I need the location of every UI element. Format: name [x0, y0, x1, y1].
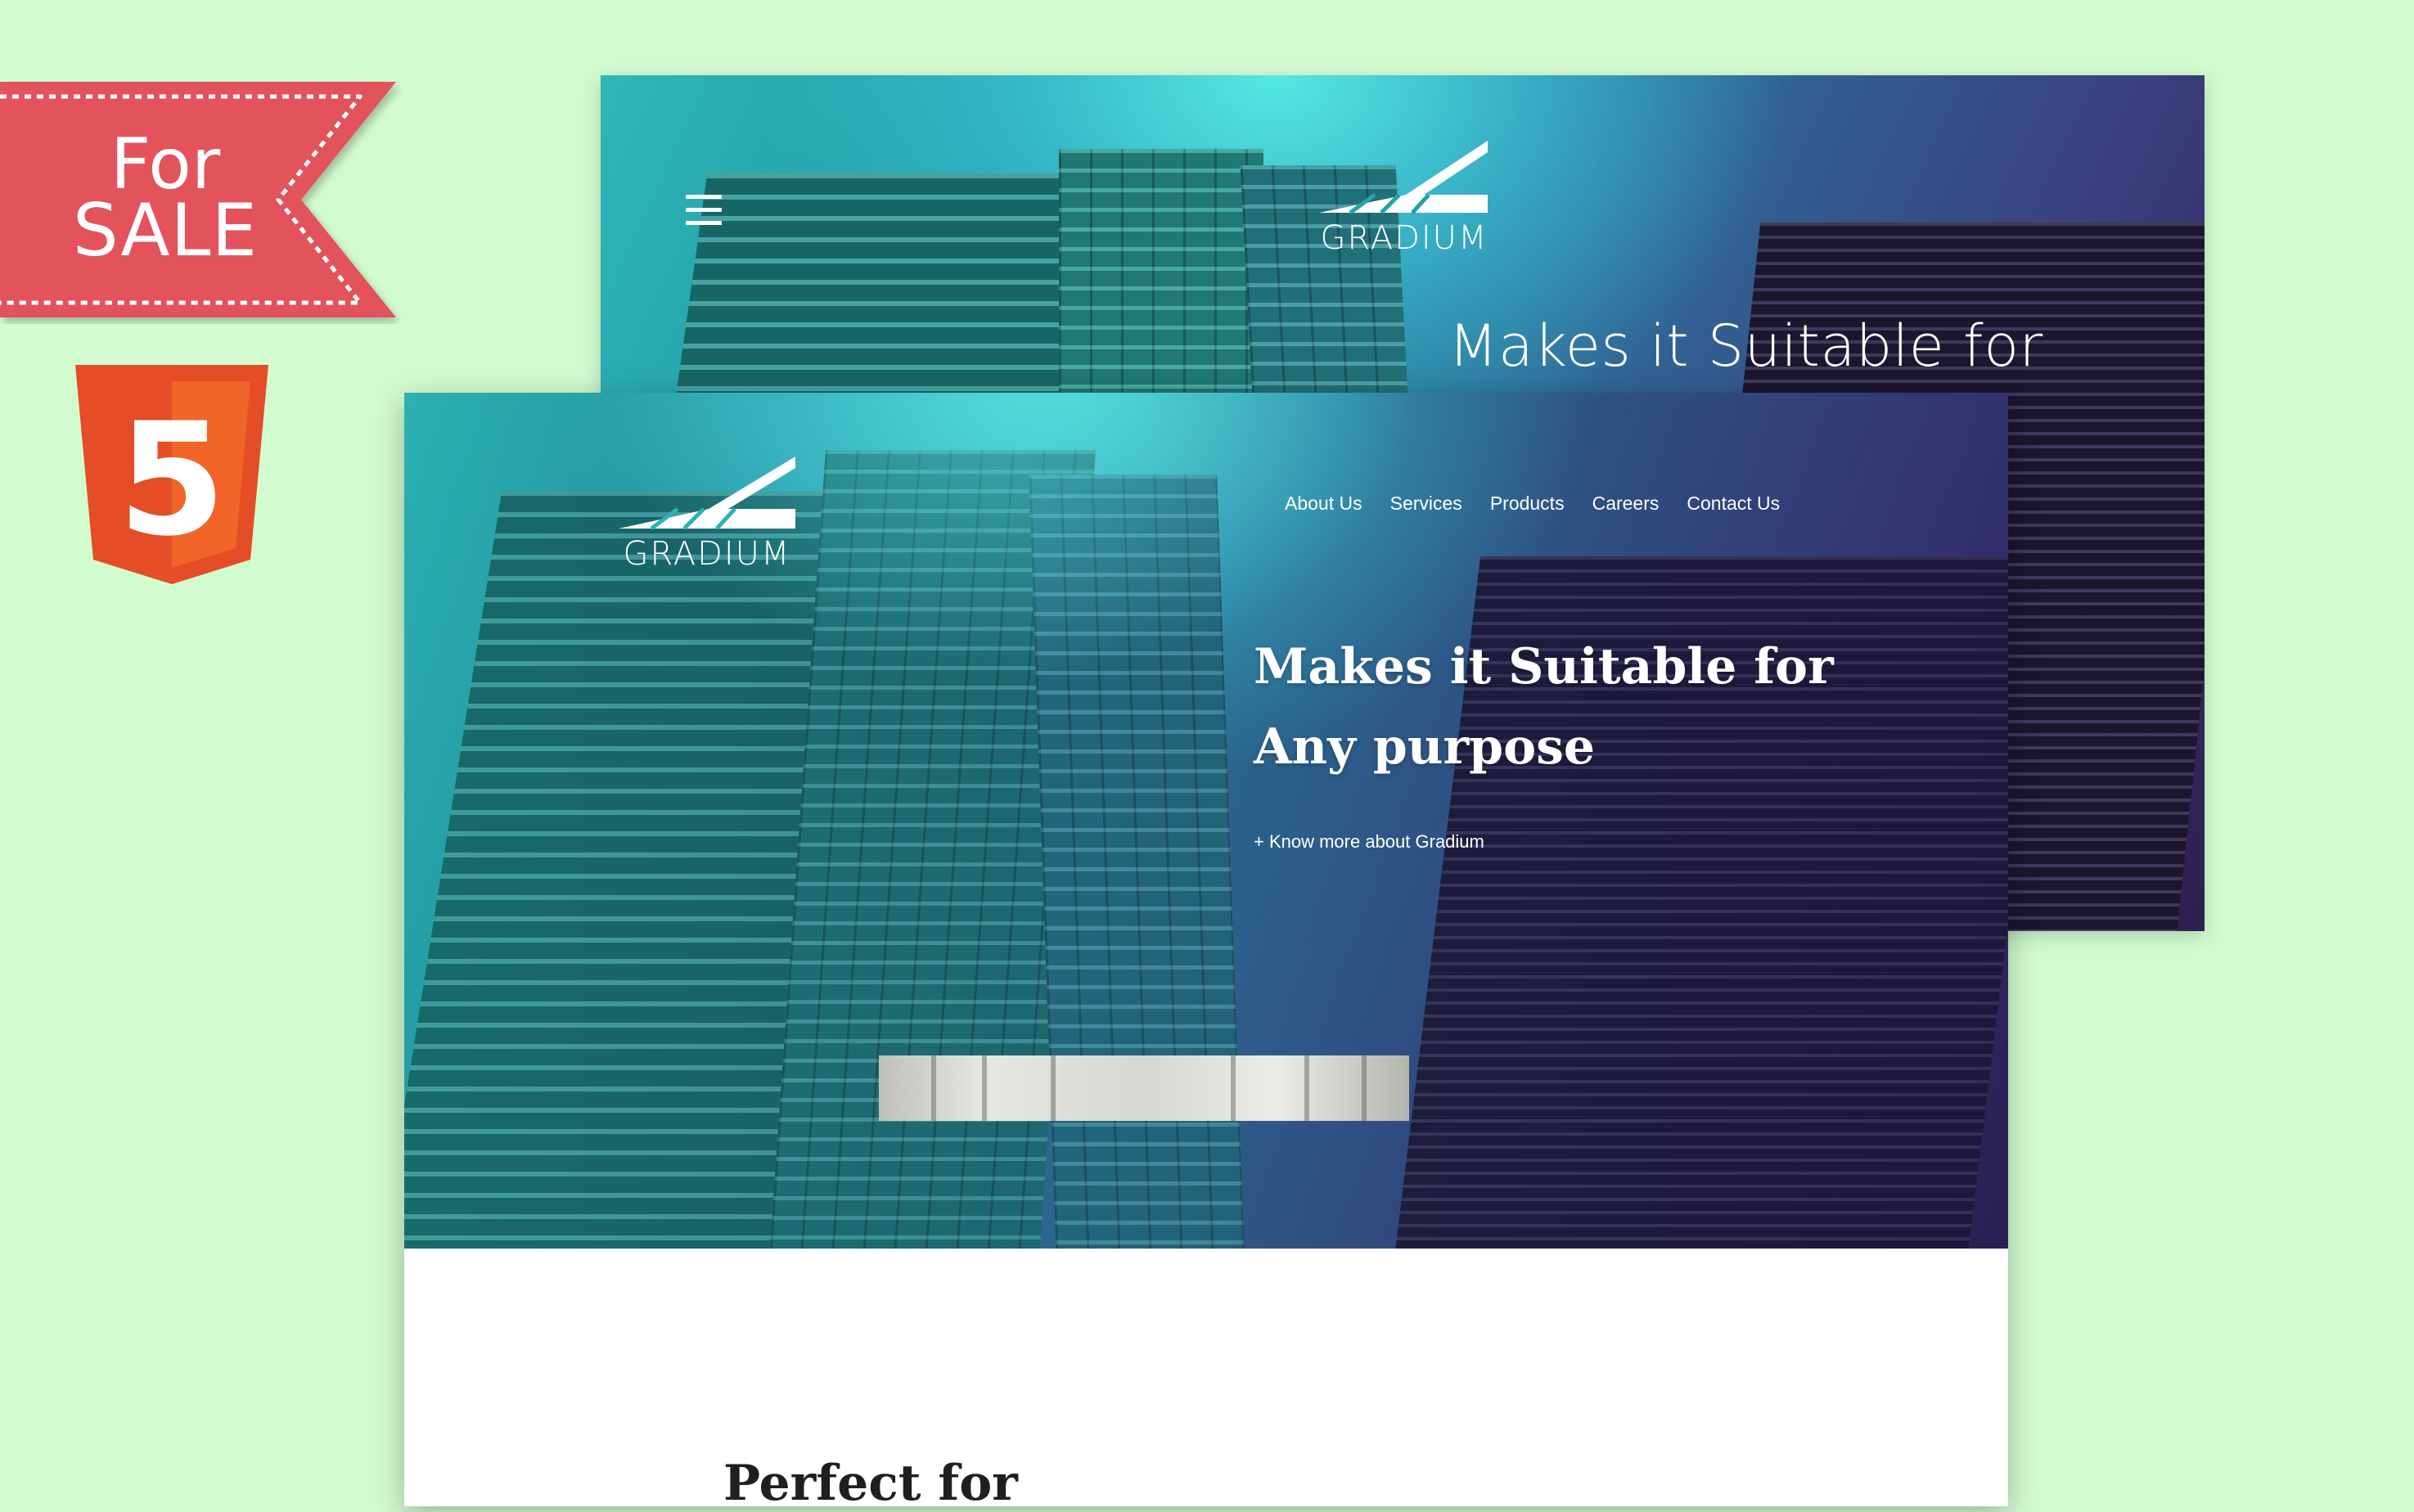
main-nav: About Us Services Products Careers Conta… [1285, 493, 1780, 515]
badge-line-sale: SALE [72, 188, 259, 272]
section-image [879, 1055, 1409, 1121]
hamburger-icon[interactable] [686, 195, 722, 227]
nav-about-us[interactable]: About Us [1285, 493, 1362, 515]
image-detail [982, 1055, 987, 1121]
hero-title: Makes it Suitable for Any purpose [1254, 627, 1834, 787]
brand-name: GRADIUM [624, 535, 791, 573]
html5-icon: 5 [75, 365, 268, 584]
image-detail [1304, 1055, 1309, 1121]
nav-products[interactable]: Products [1490, 493, 1565, 515]
gradium-logo-icon: GRADIUM [1319, 141, 1488, 257]
image-detail [1051, 1055, 1056, 1121]
back-hero-heading: Makes it Suitable for [1448, 313, 2043, 380]
for-sale-badge: For SALE [0, 79, 401, 324]
image-detail [1362, 1055, 1367, 1121]
section-heading: Perfect for [723, 1455, 1018, 1512]
gradium-logo-icon: GRADIUM [619, 457, 795, 573]
html5-numeral: 5 [118, 389, 226, 570]
hero-title-line-2: Any purpose [1254, 718, 1596, 776]
back-brand-logo[interactable]: GRADIUM [1314, 141, 1494, 263]
front-website-preview: GRADIUM About Us Services Products Caree… [404, 393, 2008, 1512]
nav-contact-us[interactable]: Contact Us [1687, 493, 1780, 515]
image-detail [1231, 1055, 1236, 1121]
back-brand-name: GRADIUM [1321, 219, 1488, 257]
hero-title-line-1: Makes it Suitable for [1254, 638, 1834, 695]
image-detail [931, 1055, 936, 1121]
know-more-link[interactable]: + Know more about Gradium [1254, 831, 1484, 853]
nav-careers[interactable]: Careers [1592, 493, 1660, 515]
nav-services[interactable]: Services [1390, 493, 1462, 515]
brand-logo[interactable]: GRADIUM [614, 457, 802, 579]
